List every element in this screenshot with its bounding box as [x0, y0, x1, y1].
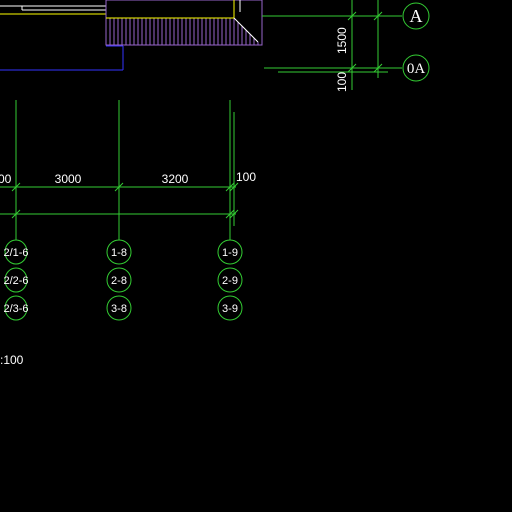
dim-vertical-1500: 1500: [335, 27, 349, 54]
column-bubble-label: 2-8: [111, 275, 127, 287]
column-bubble-label: 2-9: [222, 275, 238, 287]
column-bubble-label: 2/2-6: [3, 275, 28, 287]
column-bubbles-right: 1-9 2-9 3-9: [217, 239, 243, 321]
column-bubble-label: 3-8: [111, 303, 127, 315]
dim-3000: 3000: [55, 172, 82, 186]
column-bubble-label: 2/3-6: [3, 303, 28, 315]
cad-drawing: 1500 100 A 0A 00 3000 3200 100 2/1-6 2/2…: [0, 0, 430, 367]
dim-00: 00: [0, 172, 12, 186]
hatched-stair: [105, 0, 263, 46]
axis-bubble-a-label: A: [410, 6, 423, 26]
scale-note: :100: [0, 353, 24, 367]
column-grid-lines: [15, 100, 235, 240]
axis-bubble-0a-label: 0A: [407, 61, 426, 77]
column-bubble-label: 3-9: [222, 303, 238, 315]
column-bubbles-middle: 1-8 2-8 3-8: [106, 239, 132, 321]
dim-3200: 3200: [162, 172, 189, 186]
column-bubble-label: 1-9: [222, 247, 238, 259]
dim-100: 100: [236, 170, 256, 184]
cad-drawing-canvas: 1500 100 A 0A 00 3000 3200 100 2/1-6 2/2…: [0, 0, 512, 512]
dim-vertical-100: 100: [335, 72, 349, 92]
column-bubbles-left: 2/1-6 2/2-6 2/3-6: [3, 239, 29, 321]
column-bubble-label: 1-8: [111, 247, 127, 259]
column-bubble-label: 2/1-6: [3, 247, 28, 259]
row-axis-group: 1500 100 A 0A: [262, 0, 430, 92]
building-outline: [0, 5, 124, 71]
